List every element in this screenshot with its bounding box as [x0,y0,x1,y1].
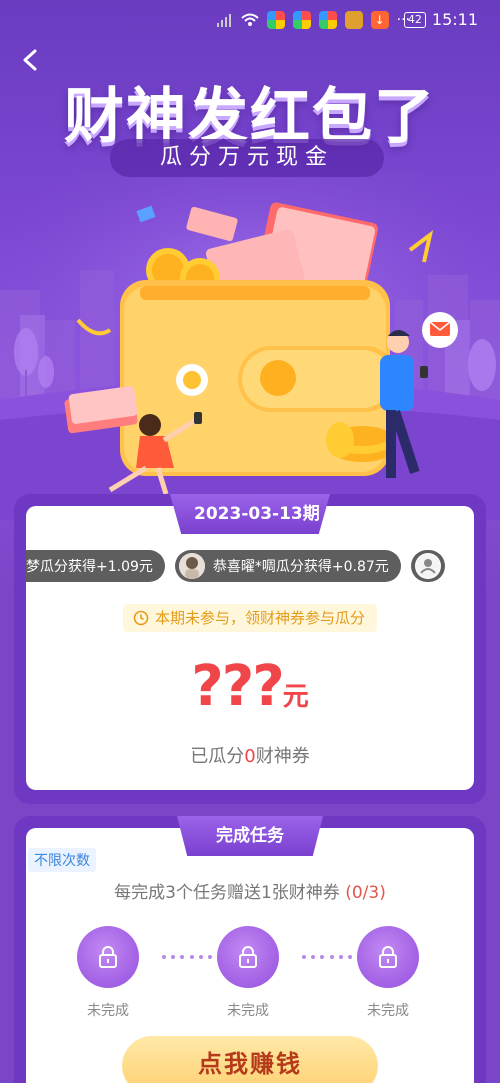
ticker-text: 恭喜曜*啁瓜分获得+0.87元 [212,559,389,575]
winner-ticker: 梦瓜分获得+1.09元 恭喜曜*啁瓜分获得+0.87元 [26,550,474,584]
status-icons: ↓ ··· [216,11,410,29]
claimed-vouchers: 已瓜分0财神券 [26,742,474,768]
task-step[interactable]: 未完成 [68,926,148,1020]
status-bar: ↓ ··· 42 15:11 [0,0,500,40]
task-title: 完成任务 [177,816,323,856]
task-progress: (0/3) [345,883,386,903]
period-card: 梦瓜分获得+1.09元 恭喜曜*啁瓜分获得+0.87元 本期未参与，领财神券参与… [26,506,474,790]
clock: 15:11 [431,10,478,29]
lock-badge [77,926,139,988]
task-description: 每完成3个任务赠送1张财神券 (0/3) [26,878,474,903]
app-notification-icon [318,11,337,29]
avatar [178,553,205,579]
page: ↓ ··· 42 15:11 财神发红包了 瓜分万元现金 梦瓜分获得+1.09元… [0,0,500,1083]
lock-badge [357,926,419,988]
ticker-item: 梦瓜分获得+1.09元 [26,550,165,582]
download-icon: ↓ [370,11,389,29]
wifi-icon [240,13,259,26]
step-connector [162,954,212,960]
ticker-text: 梦瓜分获得+1.09元 [26,559,153,575]
task-step[interactable]: 未完成 [208,926,288,1020]
app-notification-icon [292,11,311,29]
participation-notice: 本期未参与，领财神券参与瓜分 [122,604,378,632]
step-label: 未完成 [87,1003,129,1019]
wallet-illustration [64,202,458,495]
avatar [414,553,441,579]
prize-amount: ???元 [26,654,474,719]
lock-badge [217,926,279,988]
clock-icon [133,610,149,626]
claimed-suffix: 财神券 [255,746,310,767]
earn-money-button[interactable]: 点我赚钱 [122,1036,378,1083]
period-panel: 梦瓜分获得+1.09元 恭喜曜*啁瓜分获得+0.87元 本期未参与，领财神券参与… [14,494,486,804]
lock-icon [99,946,117,968]
claimed-prefix: 已瓜分 [190,746,245,767]
task-steps: 未完成 未完成 未完成 [26,926,474,1026]
app-notification-icon [266,11,285,29]
claimed-count: 0 [244,746,256,767]
notice-text: 本期未参与，领财神券参与瓜分 [154,609,366,627]
game-app-icon [344,11,363,29]
step-connector [302,954,352,960]
task-desc-text: 每完成3个任务赠送1张财神券 [114,883,340,903]
step-label: 未完成 [227,1003,269,1019]
hero-subtitle: 瓜分万元现金 [110,139,384,177]
ticker-item [410,550,445,582]
task-step[interactable]: 未完成 [348,926,428,1020]
lock-icon [379,946,397,968]
step-label: 未完成 [367,1003,409,1019]
period-label: 2023-03-13期 [170,494,330,534]
signal-icon [216,14,231,27]
unlimited-tag: 不限次数 [28,848,96,872]
amount-value: ??? [191,654,284,719]
lock-icon [239,946,257,968]
battery-indicator: 42 [403,11,426,28]
ticker-item: 恭喜曜*啁瓜分获得+0.87元 [174,550,401,582]
amount-unit: 元 [282,682,309,712]
